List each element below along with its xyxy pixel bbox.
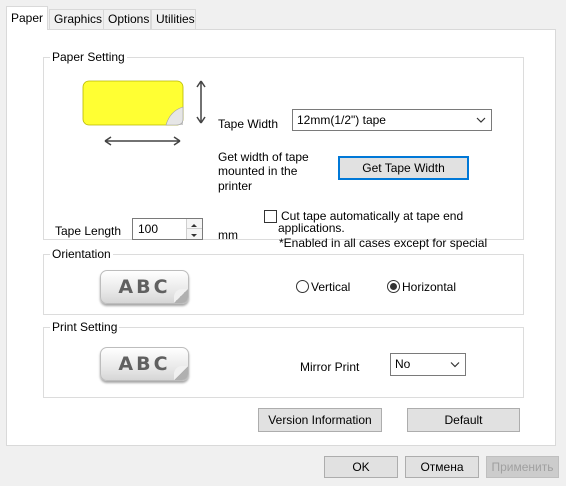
tape-width-select[interactable]: 12mm(1/2") tape xyxy=(292,109,492,131)
tab-options[interactable]: Options xyxy=(103,9,151,29)
tape-width-value: 12mm(1/2") tape xyxy=(297,113,386,127)
vertical-radio[interactable] xyxy=(296,280,309,293)
get-width-text-1: Get width of tape xyxy=(218,150,309,164)
chevron-down-icon xyxy=(476,117,486,123)
horizontal-radio[interactable] xyxy=(387,280,400,293)
tab-page-paper: Paper Setting Tape Width 12mm(1/2") tape… xyxy=(6,29,556,446)
apply-button[interactable]: Применить xyxy=(486,456,559,478)
print-setting-title: Print Setting xyxy=(50,320,120,334)
special-note-line-2: applications. xyxy=(278,221,345,235)
get-width-text-3: printer xyxy=(218,179,253,193)
tape-illustration xyxy=(82,80,206,146)
cancel-button[interactable]: Отмена xyxy=(405,456,479,478)
orientation-group: Orientation ABC Vertical Horizontal xyxy=(43,247,524,315)
tape-length-label: Tape Length xyxy=(55,224,122,238)
orientation-title: Orientation xyxy=(50,247,113,261)
tape-length-value: 100 xyxy=(138,222,159,236)
tab-label: Utilities xyxy=(156,12,195,26)
print-setting-group: Print Setting ABC Mirror Print No xyxy=(43,320,524,398)
chevron-down-icon xyxy=(191,234,197,237)
tape-width-label: Tape Width xyxy=(218,117,279,131)
tab-label: Paper xyxy=(11,11,44,25)
chevron-down-icon xyxy=(450,362,460,368)
page-curl-icon xyxy=(174,289,188,303)
get-width-text-2: mounted in the xyxy=(218,164,298,178)
tape-length-spinner[interactable]: 100 xyxy=(132,218,203,240)
cut-tape-checkbox[interactable] xyxy=(264,210,277,223)
tab-label: Graphics xyxy=(54,12,103,26)
page-curl-icon xyxy=(174,366,188,380)
mirror-print-label: Mirror Print xyxy=(300,360,360,374)
spin-down-button[interactable] xyxy=(186,229,202,239)
special-note-line-1: *Enabled in all cases except for special xyxy=(279,236,488,250)
spin-up-button[interactable] xyxy=(186,219,202,229)
mirror-print-select[interactable]: No xyxy=(390,353,466,376)
tape-length-unit: mm xyxy=(218,228,238,242)
vertical-label[interactable]: Vertical xyxy=(311,280,350,294)
print-preview-icon: ABC xyxy=(100,347,189,381)
print-preview-text: ABC xyxy=(118,353,171,375)
orientation-preview-text: ABC xyxy=(118,276,171,298)
paper-setting-title: Paper Setting xyxy=(50,50,127,64)
paper-setting-group: Paper Setting Tape Width 12mm(1/2") tape… xyxy=(43,50,524,250)
tab-label: Options xyxy=(108,12,150,26)
mirror-print-value: No xyxy=(395,357,411,371)
tab-graphics[interactable]: Graphics xyxy=(49,9,104,29)
horizontal-label[interactable]: Horizontal xyxy=(402,280,456,294)
get-tape-width-button[interactable]: Get Tape Width xyxy=(338,156,469,180)
tab-utilities[interactable]: Utilities xyxy=(151,9,196,29)
orientation-preview-icon: ABC xyxy=(100,270,189,304)
tab-paper[interactable]: Paper xyxy=(6,6,48,30)
default-button[interactable]: Default xyxy=(407,408,520,432)
ok-button[interactable]: OK xyxy=(324,456,398,478)
version-information-button[interactable]: Version Information xyxy=(258,408,382,432)
